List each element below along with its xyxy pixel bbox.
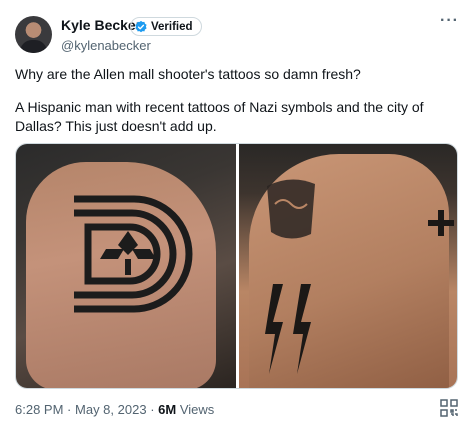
more-icon[interactable]: ··· [440,12,459,30]
dallas-logo-tattoo [74,195,193,313]
tweet-media[interactable] [15,143,458,389]
tweet-time[interactable]: 6:28 PM [15,402,63,417]
media-image-hand-tattoo[interactable] [16,144,236,388]
ss-bolts-tattoo [265,284,311,374]
verified-badge[interactable]: Verified [130,17,202,36]
media-image-arm-tattoos[interactable] [239,144,457,388]
qr-code-icon[interactable] [440,399,458,417]
dallas-script-tattoo [267,179,315,239]
separator: · [67,402,72,417]
tweet-date[interactable]: May 8, 2023 [75,402,147,417]
views-label: Views [179,402,215,417]
swastika-tattoo [428,210,454,236]
author-handle[interactable]: @kylenabecker [61,38,151,53]
separator: · [150,402,155,417]
tweet-text-line2: A Hispanic man with recent tattoos of Na… [15,99,424,134]
tweet-card: Kyle Becker Verified @kylenabecker ··· W… [0,0,474,433]
verified-badge-icon [135,20,147,32]
tweet-meta: 6:28 PM · May 8, 2023 · 6M Views [15,402,214,417]
tweet-text-line1: Why are the Allen mall shooter's tattoos… [15,66,361,82]
verified-label: Verified [151,20,193,33]
views-count: 6M [158,402,177,417]
avatar[interactable] [15,16,52,53]
